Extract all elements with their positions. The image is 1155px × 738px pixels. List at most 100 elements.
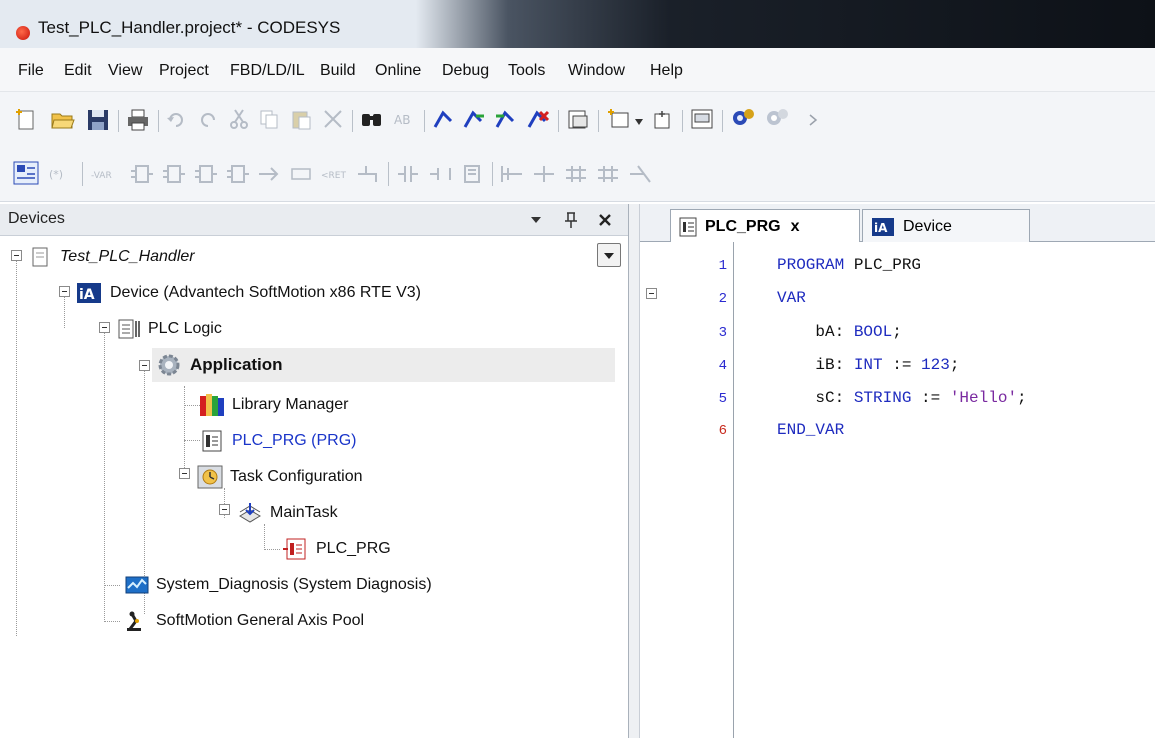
menu-tools[interactable]: Tools xyxy=(508,62,545,80)
svg-text:AB: AB xyxy=(394,113,410,127)
insert-coil-icon[interactable] xyxy=(428,162,452,186)
tree-item-label: Task Configuration xyxy=(230,468,363,485)
open-project-icon[interactable] xyxy=(50,108,76,132)
insert-operator-icon[interactable] xyxy=(226,162,250,186)
bookmark-previous-icon[interactable] xyxy=(494,108,518,130)
network-insert-icon[interactable] xyxy=(12,160,40,186)
tree-expander-project[interactable] xyxy=(11,250,22,261)
tree-expander-device[interactable] xyxy=(59,286,70,297)
undo-icon[interactable] xyxy=(166,110,188,130)
menu-online[interactable]: Online xyxy=(375,62,421,80)
new-project-icon[interactable] xyxy=(14,108,38,132)
insert-rung-below-icon[interactable] xyxy=(596,162,620,186)
tree-item-label: System_Diagnosis (System Diagnosis) xyxy=(156,576,432,593)
clipboard-icon[interactable] xyxy=(566,108,590,130)
tree-connector xyxy=(104,621,120,622)
plc-logic-icon xyxy=(118,319,140,339)
tree-expander-task-config[interactable] xyxy=(179,468,190,479)
tree-item-system-diagnosis[interactable]: System_Diagnosis (System Diagnosis) xyxy=(124,568,432,602)
menu-view[interactable]: View xyxy=(108,62,142,80)
devices-panel-title: Devices xyxy=(8,210,65,227)
cut-icon[interactable] xyxy=(228,108,250,130)
panel-menu-arrow-icon[interactable] xyxy=(530,215,542,225)
tree-item-device[interactable]: iA Device (Advantech SoftMotion x86 RTE … xyxy=(76,276,421,310)
redo-icon[interactable] xyxy=(196,110,218,130)
dropdown-arrow-icon[interactable] xyxy=(634,118,644,126)
insert-fb-icon[interactable] xyxy=(194,162,218,186)
insert-return-icon[interactable]: <RET xyxy=(320,164,350,184)
copy-icon[interactable] xyxy=(258,108,280,130)
insert-contact-icon[interactable] xyxy=(396,162,420,186)
insert-box-en-icon[interactable] xyxy=(162,162,186,186)
line-number: 4 xyxy=(718,358,727,374)
tab-close-icon[interactable]: x xyxy=(791,218,800,236)
menu-edit[interactable]: Edit xyxy=(64,62,92,80)
menu-window[interactable]: Window xyxy=(568,62,625,80)
find-icon[interactable] xyxy=(360,108,384,130)
tree-expander-application[interactable] xyxy=(139,360,150,371)
panel-splitter[interactable] xyxy=(628,204,640,738)
tree-item-plc-prg[interactable]: PLC_PRG (PRG) xyxy=(200,424,356,458)
insert-parallel-branch-icon[interactable] xyxy=(500,162,524,186)
tree-item-project[interactable]: Test_PLC_Handler xyxy=(28,240,195,274)
diagnosis-icon xyxy=(125,576,149,594)
panel-close-icon[interactable] xyxy=(598,213,612,227)
menu-help[interactable]: Help xyxy=(650,62,683,80)
menu-project[interactable]: Project xyxy=(159,62,209,80)
tree-item-axis-pool[interactable]: SoftMotion General Axis Pool xyxy=(124,604,364,638)
login-icon[interactable] xyxy=(730,106,756,130)
menu-build[interactable]: Build xyxy=(320,62,356,80)
device-icon: iA xyxy=(77,283,101,303)
menu-debug[interactable]: Debug xyxy=(442,62,489,80)
tree-dropdown-button[interactable] xyxy=(597,243,621,267)
tab-device[interactable]: iA Device xyxy=(862,209,1030,243)
tree-expander-maintask[interactable] xyxy=(219,504,230,515)
pou-call-icon xyxy=(283,538,306,560)
toggle-negation-icon[interactable] xyxy=(628,162,652,186)
insert-jump-icon[interactable] xyxy=(356,162,378,184)
delete-icon[interactable] xyxy=(322,108,344,130)
menu-fbd-ld-il[interactable]: FBD/LD/IL xyxy=(230,62,305,80)
code-editor[interactable]: 1 2 3 4 5 6 PROGRAM PLC_PRG VAR bA: BOOL… xyxy=(640,242,1155,738)
line-number-gutter: 1 2 3 4 5 6 xyxy=(688,242,734,738)
tab-label: PLC_PRG xyxy=(705,217,781,235)
comment-icon[interactable]: (*) xyxy=(48,164,72,184)
svg-text:-VAR: -VAR xyxy=(91,171,112,181)
devices-tree: Test_PLC_Handler iA Device (Advantech So… xyxy=(0,236,628,738)
tree-item-label: MainTask xyxy=(270,504,338,521)
bookmark-clear-icon[interactable] xyxy=(526,108,550,130)
application-gear-icon xyxy=(158,354,180,376)
menu-file[interactable]: File xyxy=(18,62,44,80)
paste-icon[interactable] xyxy=(290,108,312,130)
device-scan-icon[interactable] xyxy=(690,108,714,130)
insert-assignment-icon[interactable] xyxy=(258,164,280,184)
bookmark-next-icon[interactable] xyxy=(462,108,486,130)
add-folder-icon[interactable] xyxy=(652,108,674,130)
insert-rung-icon[interactable] xyxy=(564,162,588,186)
replace-icon[interactable]: AB xyxy=(392,108,416,130)
tree-item-task-plc-prg[interactable]: PLC_PRG xyxy=(282,532,391,566)
insert-label-icon[interactable] xyxy=(290,164,314,184)
tree-item-plc-logic[interactable]: PLC Logic xyxy=(116,312,222,346)
logout-icon[interactable] xyxy=(764,106,790,130)
insert-box-icon[interactable] xyxy=(130,162,154,186)
panel-pin-icon[interactable] xyxy=(564,211,578,229)
save-icon[interactable] xyxy=(86,108,110,132)
insert-var-icon[interactable]: -VAR xyxy=(90,164,122,184)
fold-toggle-var-block[interactable] xyxy=(646,288,657,299)
main-toolbar: AB xyxy=(0,92,1155,148)
print-icon[interactable] xyxy=(126,108,150,132)
insert-set-coil-icon[interactable] xyxy=(460,162,484,186)
toolbar-overflow-icon[interactable] xyxy=(808,114,818,126)
library-icon xyxy=(200,394,224,416)
tree-item-library-manager[interactable]: Library Manager xyxy=(198,388,349,422)
tree-expander-plc-logic[interactable] xyxy=(99,322,110,333)
tree-item-maintask[interactable]: MainTask xyxy=(236,496,338,530)
bookmark-toggle-icon[interactable] xyxy=(432,108,454,130)
add-object-icon[interactable] xyxy=(606,108,632,130)
tree-item-application[interactable]: Application xyxy=(152,348,615,382)
tab-plc-prg[interactable]: PLC_PRG x xyxy=(670,209,860,243)
tree-item-task-config[interactable]: Task Configuration xyxy=(196,460,363,494)
pou-icon xyxy=(679,217,697,236)
insert-serial-branch-icon[interactable] xyxy=(532,162,556,186)
